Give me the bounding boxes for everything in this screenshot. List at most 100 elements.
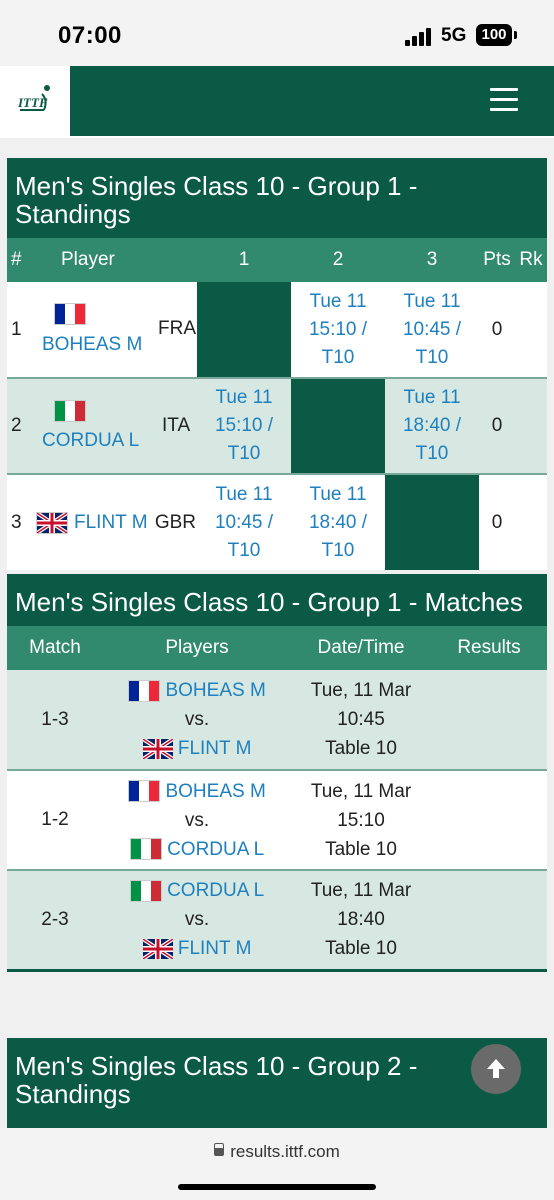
match-time: 10:45 — [337, 709, 385, 730]
match-table: Table 10 — [325, 838, 397, 860]
standings-table: # Player 1 2 3 Pts Rk 1 BOHEAS M FRA Tue… — [7, 238, 547, 570]
matches-title: Men's Singles Class 10 - Group 1 - Match… — [7, 574, 547, 626]
italy-flag-icon — [54, 399, 86, 422]
match-date: Tue, 11 Mar — [310, 880, 412, 902]
uk-flag-icon — [141, 937, 174, 961]
col-datetime: Date/Time — [317, 637, 405, 658]
vs-label: vs. — [184, 809, 210, 831]
standings-row: 2 CORDUA L ITA Tue 11 15:10 / T10 Tue 11… — [7, 378, 547, 475]
col-rank: # — [11, 249, 22, 270]
row-rank: 3 — [11, 511, 22, 533]
rk-cell — [515, 282, 547, 379]
france-flag-icon — [128, 780, 161, 803]
site-header: ITTF — [0, 66, 554, 138]
country-code: ITA — [162, 414, 191, 436]
players-cell: CORDUA L vs. FLINT M — [103, 870, 291, 970]
player-link[interactable]: BOHEAS M — [165, 781, 265, 802]
col-pts: Pts — [483, 249, 511, 270]
player-link[interactable]: CORDUA L — [36, 430, 156, 452]
match-cell[interactable]: Tue 11 15:10 / T10 — [197, 378, 291, 475]
row-rank: 1 — [7, 282, 35, 379]
players-cell: BOHEAS M vs. FLINT M — [103, 670, 291, 771]
player-link[interactable]: BOHEAS M — [36, 334, 152, 356]
datetime-cell: Tue, 11 Mar 10:45 Table 10 — [291, 670, 431, 771]
players-cell: BOHEAS M vs. CORDUA L — [103, 770, 291, 871]
standings-panel-group1: Men's Singles Class 10 - Group 1 - Stand… — [7, 158, 547, 570]
results-cell — [431, 870, 547, 970]
ittf-logo[interactable]: ITTF — [0, 66, 70, 136]
match-date: Tue, 11 Mar — [310, 780, 412, 802]
match-cell[interactable]: Tue 11 10:45 / T10 — [197, 474, 291, 570]
match-table: Table 10 — [325, 938, 397, 960]
ittf-logo-icon: ITTF — [17, 85, 50, 111]
points: 0 — [479, 282, 515, 379]
network-label: 5G — [441, 25, 467, 46]
player-link[interactable]: CORDUA L — [167, 880, 264, 901]
match-row: 2-3 CORDUA L vs. FLINT M Tue, 11 Mar 18:… — [7, 870, 547, 970]
standings2-title: Men's Singles Class 10 - Group 2 - Stand… — [7, 1038, 547, 1128]
points: 0 — [479, 378, 515, 475]
player-link[interactable]: BOHEAS M — [165, 680, 265, 701]
match-time: 15:10 — [337, 809, 385, 831]
standings-title: Men's Singles Class 10 - Group 1 - Stand… — [7, 158, 547, 238]
country-code: GBR — [154, 511, 196, 533]
lock-icon — [214, 1148, 225, 1156]
match-id: 1-2 — [7, 770, 103, 871]
signal-icon — [405, 28, 435, 46]
results-cell — [431, 770, 547, 871]
battery-icon: 100 — [476, 24, 512, 46]
match-cell[interactable]: Tue 11 18:40 / T10 — [291, 474, 385, 570]
battery-tip — [514, 31, 517, 39]
matches-panel-group1: Men's Singles Class 10 - Group 1 - Match… — [7, 574, 547, 972]
player-link[interactable]: FLINT M — [178, 738, 252, 759]
standings-row: 1 BOHEAS M FRA Tue 11 15:10 / T10 Tue 11… — [7, 282, 547, 379]
match-row: 1-2 BOHEAS M vs. CORDUA L Tue, 11 Mar 15… — [7, 770, 547, 871]
status-bar: 07:00 5G 100 — [0, 0, 554, 66]
datetime-cell: Tue, 11 Mar 18:40 Table 10 — [291, 870, 431, 970]
france-flag-icon — [128, 679, 161, 702]
matches-table: Match Players Date/Time Results 1-3 BOHE… — [7, 626, 547, 972]
uk-flag-icon — [141, 737, 174, 761]
player-cell: CORDUA L ITA — [35, 378, 197, 475]
col-player: Player — [61, 249, 115, 270]
match-cell[interactable]: Tue 11 15:10 / T10 — [291, 282, 385, 379]
results-cell — [431, 670, 547, 771]
rk-cell — [515, 474, 547, 570]
url-display[interactable]: results.ittf.com — [0, 1142, 554, 1162]
standings-header-row: # Player 1 2 3 Pts Rk — [7, 238, 547, 282]
standings-row: 3 FLINT M GBR Tue 11 10:45 / T10 Tue 11 … — [7, 474, 547, 570]
col-2: 2 — [332, 249, 344, 270]
datetime-cell: Tue, 11 Mar 15:10 Table 10 — [291, 770, 431, 871]
match-table: Table 10 — [325, 738, 397, 759]
match-cell[interactable]: Tue 11 18:40 / T10 — [385, 378, 479, 475]
self-cell — [291, 378, 385, 475]
vs-label: vs. — [184, 909, 210, 931]
standings-panel-group2: Men's Singles Class 10 - Group 2 - Stand… — [7, 1038, 547, 1128]
self-cell — [197, 282, 291, 379]
player-cell: FLINT M GBR — [35, 474, 197, 570]
match-id: 2-3 — [41, 908, 69, 930]
hamburger-menu-icon[interactable] — [490, 88, 518, 112]
row-rank: 2 — [7, 378, 35, 475]
player-link[interactable]: FLINT M — [178, 938, 252, 959]
col-players: Players — [165, 637, 229, 658]
vs-label: vs. — [184, 709, 210, 730]
matches-header-row: Match Players Date/Time Results — [7, 626, 547, 670]
url-text: results.ittf.com — [230, 1142, 340, 1161]
player-link[interactable]: CORDUA L — [167, 839, 264, 860]
match-date: Tue, 11 Mar — [310, 680, 412, 701]
col-3: 3 — [426, 249, 438, 270]
match-id: 1-3 — [7, 670, 103, 771]
scroll-to-top-button[interactable] — [471, 1044, 521, 1094]
col-1: 1 — [238, 249, 250, 270]
match-cell[interactable]: Tue 11 10:45 / T10 — [385, 282, 479, 379]
player-link[interactable]: FLINT M — [74, 512, 148, 534]
col-match: Match — [29, 637, 81, 658]
status-time: 07:00 — [58, 22, 122, 49]
uk-flag-icon — [36, 511, 68, 534]
header-bar — [70, 66, 554, 136]
arrow-up-icon — [487, 1059, 505, 1078]
col-rk: Rk — [519, 249, 543, 270]
home-indicator — [178, 1184, 376, 1190]
italy-flag-icon — [129, 838, 162, 861]
